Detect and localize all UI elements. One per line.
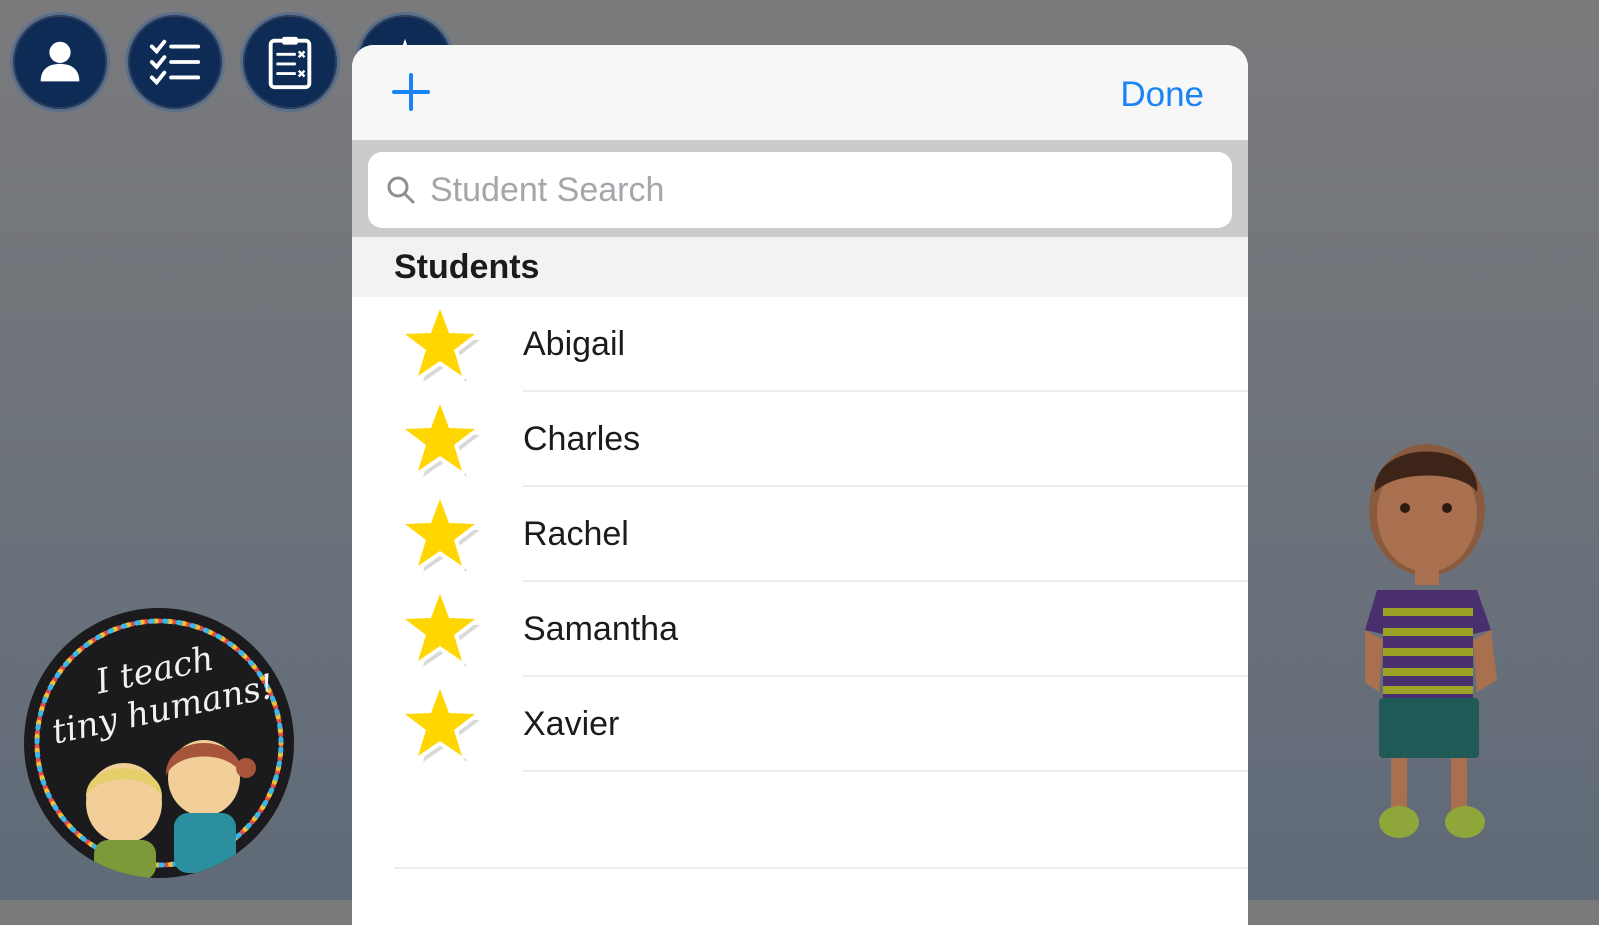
student-name: Charles: [523, 420, 641, 458]
user-icon: [40, 41, 80, 82]
student-row[interactable]: Rachel: [352, 487, 1248, 582]
star-icon: [398, 588, 482, 672]
star-icon: [398, 398, 482, 482]
student-row[interactable]: Abigail: [352, 297, 1248, 392]
star-icon: [398, 303, 482, 387]
search-icon: [387, 176, 415, 204]
student-row[interactable]: Samantha: [352, 582, 1248, 677]
star-icon: [398, 683, 482, 767]
student-name: Samantha: [523, 610, 678, 648]
checklist-button[interactable]: [125, 12, 225, 112]
student-list: Abigail Charles Rachel Samantha Xavier: [352, 297, 1248, 772]
section-header-students: Students: [352, 237, 1248, 297]
student-name: Rachel: [523, 515, 629, 553]
clipboard-icon: [268, 36, 312, 90]
row-divider: [523, 770, 1248, 772]
student-picker-modal: Done Students Abigail Charles Rachel Samant…: [352, 45, 1248, 925]
boy-character-illustration: [1365, 444, 1497, 838]
done-button[interactable]: Done: [1120, 75, 1204, 115]
modal-header: Done: [352, 45, 1248, 140]
search-field-container[interactable]: [368, 152, 1232, 228]
checklist-icon: [149, 39, 201, 86]
student-search-input[interactable]: [428, 169, 1132, 211]
student-row[interactable]: Charles: [352, 392, 1248, 487]
i-teach-tiny-humans-sticker: I teach tiny humans!: [24, 608, 294, 878]
profile-button[interactable]: [10, 12, 110, 112]
add-student-button[interactable]: [390, 71, 432, 113]
search-bar: [352, 140, 1248, 237]
student-name: Abigail: [523, 325, 626, 363]
list-bottom-divider: [394, 867, 1248, 869]
student-row[interactable]: Xavier: [352, 677, 1248, 772]
clipboard-button[interactable]: [240, 12, 340, 112]
star-icon: [398, 493, 482, 577]
plus-icon: [392, 73, 430, 111]
student-name: Xavier: [523, 705, 620, 743]
